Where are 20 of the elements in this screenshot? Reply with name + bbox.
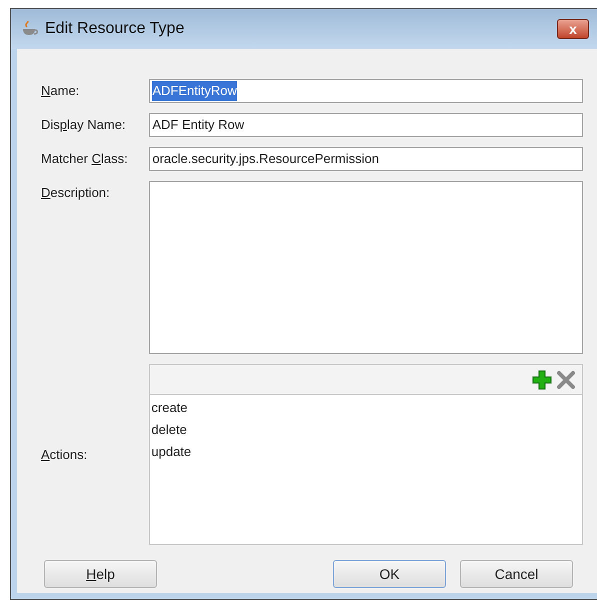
- action-item[interactable]: create: [151, 397, 188, 419]
- coffee-cup-icon: [21, 21, 39, 37]
- field-label: Display Name:: [41, 116, 127, 134]
- window-title: Edit Resource Type: [45, 19, 184, 39]
- field-label: Actions:: [41, 446, 88, 464]
- text-field[interactable]: ADF Entity Row: [149, 113, 583, 137]
- field-label: Matcher Class:: [41, 150, 129, 168]
- action-item[interactable]: update: [151, 441, 192, 463]
- text-field[interactable]: oracle.security.jps.ResourcePermission: [149, 147, 583, 171]
- action-item[interactable]: delete: [151, 419, 187, 441]
- close-button[interactable]: x: [557, 19, 589, 39]
- field-label: Description:: [41, 184, 111, 202]
- delete-icon[interactable]: [556, 370, 576, 390]
- text-field[interactable]: ADFEntityRow: [149, 79, 583, 103]
- dialog-button[interactable]: OK: [333, 560, 446, 588]
- field-label: Name:: [41, 82, 80, 100]
- field-value: ADFEntityRow: [152, 81, 237, 101]
- dialog-button[interactable]: Help: [44, 560, 157, 588]
- add-icon[interactable]: [532, 370, 552, 390]
- dialog-button[interactable]: Cancel: [460, 560, 573, 588]
